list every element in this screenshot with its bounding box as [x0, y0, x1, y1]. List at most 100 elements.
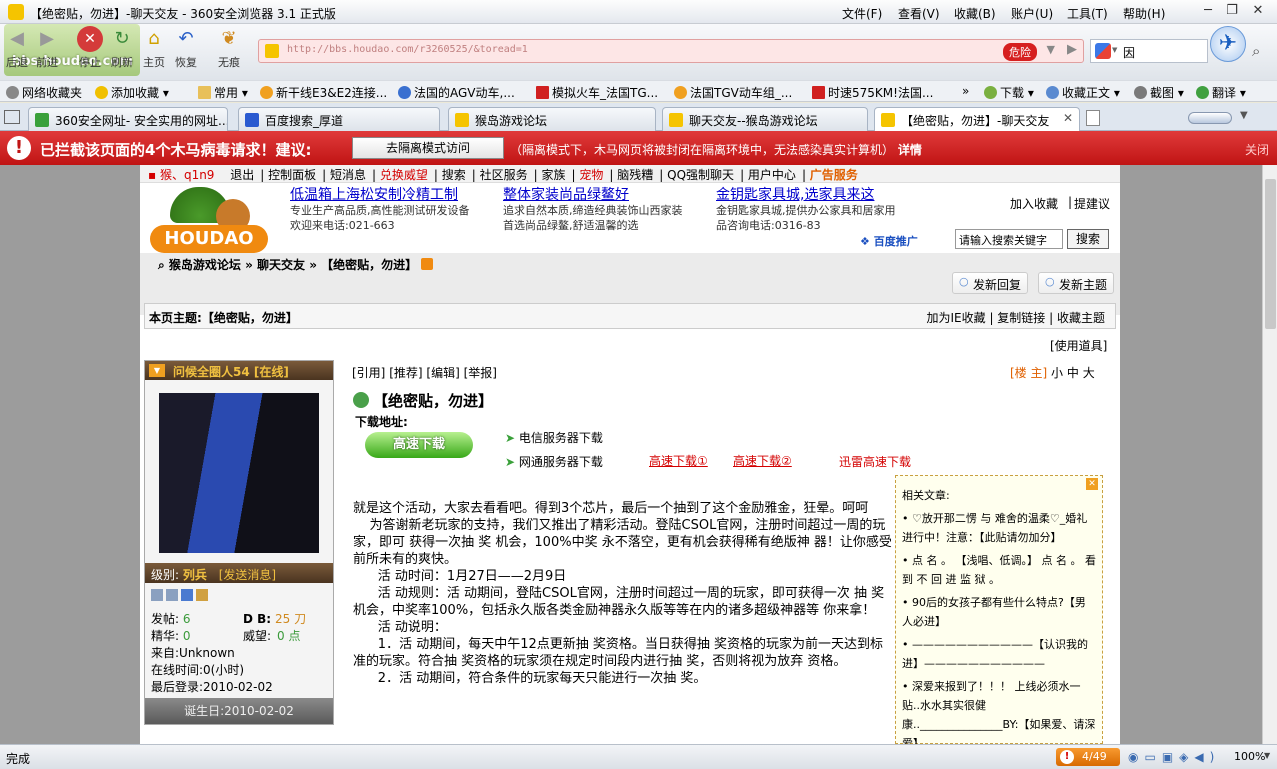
email-icon[interactable]	[196, 589, 208, 601]
swallow-logo-icon[interactable]: ✈	[1210, 26, 1246, 62]
save-text-button[interactable]: 收藏正文 ▾	[1046, 84, 1120, 101]
breadcrumb-board[interactable]: 聊天交友	[257, 258, 305, 272]
alert-badge[interactable]: ! 4/49	[1056, 748, 1120, 766]
translate-button[interactable]: 翻译 ▾	[1196, 84, 1246, 101]
send-message-link[interactable]: [发送消息]	[219, 568, 276, 582]
bookmark-item[interactable]: 模拟火车_法国TG...	[536, 84, 658, 101]
go-arrow-icon[interactable]: ▶	[1067, 42, 1077, 57]
ad-block[interactable]: 金钥匙家具城,选家具来这 金钥匙家具城,提供办公家具和居家用 品咨询电话:031…	[716, 188, 896, 233]
nav-family[interactable]: 家族	[542, 168, 566, 182]
forward-button[interactable]: ▶ 前进	[32, 26, 62, 70]
nav-search[interactable]: 搜索	[442, 168, 466, 182]
tab-chat-forum[interactable]: 聊天交友--猴岛游戏论坛	[662, 107, 868, 131]
bookmark-item[interactable]: 法国TGV动车组_...	[674, 84, 792, 101]
scrollbar-thumb[interactable]	[1265, 179, 1276, 329]
search-engine-icon[interactable]	[1095, 43, 1111, 59]
magnifier-icon[interactable]: ⌕	[1252, 42, 1260, 60]
menu-help[interactable]: 帮助(H)	[1123, 5, 1165, 22]
tab-360-homepage[interactable]: 360安全网址- 安全实用的网址...	[28, 107, 228, 131]
zoom-chevron-icon[interactable]: ▼	[1264, 751, 1270, 760]
dropdown-chevron-icon[interactable]: ▼	[1047, 43, 1055, 56]
zoom-level[interactable]: 100%	[1234, 750, 1265, 763]
new-tab-icon[interactable]	[1086, 110, 1100, 126]
add-ie-favorite-link[interactable]: 加为IE收藏	[927, 311, 986, 325]
download-link-2[interactable]: 高速下载②	[733, 452, 792, 469]
chevron-down-icon[interactable]: ▼	[149, 364, 165, 377]
incognito-button[interactable]: ❦ 无痕	[214, 26, 244, 70]
copy-link[interactable]: 复制链接	[997, 311, 1045, 325]
tab-current-post[interactable]: 【绝密贴，勿进】-聊天交友 ✕	[874, 107, 1080, 132]
font-medium-link[interactable]: 中	[1067, 366, 1079, 380]
reply-button[interactable]: 发新回复	[952, 272, 1029, 294]
ie-icon[interactable]: ◉	[1128, 750, 1144, 764]
ad-block[interactable]: 整体家装尚品绿鳌好 追求自然本质,缔造经典装饰山西家装 首选尚品绿鳌,舒适温馨的…	[503, 188, 683, 233]
netcom-download-link[interactable]: 网通服务器下载	[519, 455, 603, 469]
nav-control-panel[interactable]: 控制面板	[268, 168, 316, 182]
tab-list-chevron-icon[interactable]: ▼	[1240, 110, 1248, 121]
nav-logout[interactable]: 退出	[230, 168, 254, 182]
bookmark-folder[interactable]: 常用 ▾	[198, 84, 248, 101]
telecom-download-link[interactable]: 电信服务器下载	[519, 431, 603, 445]
thunder-download-link[interactable]: 迅雷高速下载	[839, 453, 911, 470]
bookmark-item[interactable]: 网络收藏夹	[6, 84, 82, 101]
menu-favorites[interactable]: 收藏(B)	[954, 5, 996, 22]
download-button[interactable]: 下载 ▾	[984, 84, 1034, 101]
address-bar[interactable]: http://bbs.houdao.com/r3260525/&toread=1…	[258, 39, 1084, 63]
menu-view[interactable]: 查看(V)	[898, 5, 940, 22]
related-item[interactable]: • ♡放开那二愣 与 难舍的温柔♡_婚礼进行中！注意：【此贴请勿加分】	[902, 509, 1096, 547]
nav-ads[interactable]: 广告服务	[810, 168, 858, 182]
font-large-link[interactable]: 大	[1083, 366, 1095, 380]
site-search-input[interactable]: 请输入搜索关键字	[955, 229, 1063, 249]
window-icon[interactable]: ▣	[1162, 750, 1179, 764]
suggest-link[interactable]: 提建议	[1074, 195, 1110, 212]
tab-slider-toggle[interactable]	[1188, 112, 1232, 124]
vertical-scrollbar[interactable]	[1262, 165, 1277, 744]
menu-account[interactable]: 账户(U)	[1011, 5, 1053, 22]
search-box[interactable]: ▼ 因	[1090, 39, 1208, 63]
close-icon[interactable]: ✕	[1086, 478, 1098, 490]
related-item[interactable]: • 90后的女孩子都有些什么特点?【男人必进】	[902, 593, 1096, 631]
new-topic-button[interactable]: 发新主题	[1038, 272, 1115, 294]
site-search-button[interactable]: 搜索	[1067, 229, 1109, 249]
sidebar-toggle-icon[interactable]	[4, 110, 20, 124]
screenshot-button[interactable]: 截图 ▾	[1134, 84, 1184, 101]
bookmark-item[interactable]: 时速575KM!法国...	[812, 84, 933, 101]
edit-link[interactable]: [编辑]	[426, 366, 459, 380]
menu-tools[interactable]: 工具(T)	[1067, 5, 1108, 22]
favorite-topic-link[interactable]: 收藏主题	[1057, 311, 1105, 325]
maximize-icon[interactable]: ❐	[1222, 3, 1242, 21]
nav-qq-chat[interactable]: QQ强制聊天	[667, 168, 734, 182]
add-friend-icon[interactable]	[181, 589, 193, 601]
posts-icon[interactable]	[166, 589, 178, 601]
related-item[interactable]: • 深爱来报到了！！！ 上线必须水一贴..水水其实很健康..__________…	[902, 677, 1096, 744]
monitor-icon[interactable]: ▭	[1144, 750, 1161, 764]
nav-messages[interactable]: 短消息	[330, 168, 366, 182]
more-bookmarks-icon[interactable]: »	[962, 84, 969, 98]
home-button[interactable]: ⌂ 主页	[139, 26, 169, 70]
minimize-icon[interactable]: ─	[1198, 3, 1218, 21]
related-item[interactable]: • 点 名 。 【浅唱、低调。】 点 名 。 看 到 不 回 进 监 狱 。	[902, 551, 1096, 589]
isolation-mode-button[interactable]: 去隔离模式访问	[352, 137, 504, 159]
close-warning-link[interactable]: 关闭	[1245, 141, 1269, 158]
url-text[interactable]: http://bbs.houdao.com/r3260525/&toread=1	[287, 44, 528, 55]
breadcrumb-forum[interactable]: 猴岛游戏论坛	[169, 258, 241, 272]
tab-baidu-search[interactable]: 百度搜索_厚道	[238, 107, 440, 131]
nav-exchange[interactable]: 兑换威望	[380, 168, 428, 182]
bookmark-item[interactable]: 添加收藏 ▾	[95, 84, 169, 101]
baidu-promo-label[interactable]: ❖ 百度推广	[860, 233, 918, 249]
nav-brain[interactable]: 脑残糟	[617, 168, 653, 182]
related-item[interactable]: • ———————————【认识我的进】———————————	[902, 635, 1096, 673]
quote-link[interactable]: [引用]	[352, 366, 385, 380]
nav-services[interactable]: 社区服务	[480, 168, 528, 182]
search-engine-chevron-icon[interactable]: ▼	[1112, 46, 1117, 54]
report-link[interactable]: [举报]	[464, 366, 497, 380]
search-input[interactable]: 因	[1123, 44, 1135, 61]
download-link-1[interactable]: 高速下载①	[649, 452, 708, 469]
volume-icon[interactable]: ◀)	[1194, 750, 1220, 764]
bookmark-item[interactable]: 法国的AGV动车,...	[398, 84, 515, 101]
tab-close-icon[interactable]: ✕	[1063, 111, 1073, 125]
menu-file[interactable]: 文件(F)	[842, 5, 882, 22]
details-link[interactable]: 详情	[898, 143, 922, 157]
use-tools-link[interactable]: [使用道具]	[1050, 337, 1107, 354]
fast-download-button[interactable]: 高速下载	[365, 432, 473, 458]
